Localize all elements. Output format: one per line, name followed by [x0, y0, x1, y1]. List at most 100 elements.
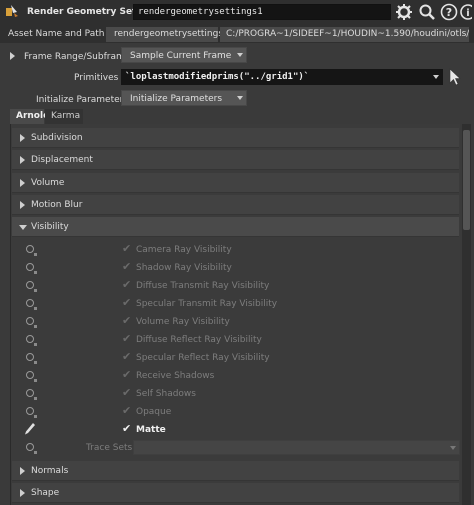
override-tick [34, 397, 37, 400]
override-tick [34, 361, 37, 364]
toggle-label: Specular Transmit Ray Visibility [136, 299, 278, 309]
toggle-specular-reflect-ray-visibility: ✔ Specular Reflect Ray Visibility [12, 349, 459, 367]
folder-shape[interactable]: Shape [12, 483, 459, 503]
expand-arrow-icon [20, 179, 25, 187]
toggle-label: Self Shadows [136, 389, 196, 399]
toggle-label: Camera Ray Visibility [136, 245, 232, 255]
toggle-camera-ray-visibility: ✔ Camera Ray Visibility [12, 241, 459, 259]
frame-range-dropdown[interactable]: Sample Current Frame [121, 47, 247, 63]
override-icon[interactable] [26, 263, 34, 271]
folder-motion-blur[interactable]: Motion Blur [12, 195, 459, 215]
asset-name-field[interactable]: rendergeometrysettings [106, 27, 223, 42]
expand-arrow-icon [20, 156, 25, 164]
select-arrow-icon[interactable] [448, 68, 462, 86]
gear-icon[interactable] [395, 3, 413, 21]
toggle-diffuse-reflect-ray-visibility: ✔ Diffuse Reflect Ray Visibility [12, 331, 459, 349]
initialize-value: Initialize Parameters [130, 94, 223, 104]
toggle-label: Diffuse Reflect Ray Visibility [136, 335, 262, 345]
help-icon[interactable]: ? [440, 3, 458, 21]
override-icon[interactable] [26, 371, 34, 379]
checkmark-icon[interactable]: ✔ [122, 422, 131, 435]
frame-range-label: Frame Range/Subframes [24, 52, 135, 62]
toggle-label: Diffuse Transmit Ray Visibility [136, 281, 270, 291]
folder-label: Subdivision [31, 133, 83, 143]
toggle-volume-ray-visibility: ✔ Volume Ray Visibility [12, 313, 459, 331]
folder-label: Displacement [31, 155, 93, 165]
info-icon[interactable]: i [460, 3, 472, 21]
override-icon[interactable] [26, 389, 34, 397]
folder-label: Normals [31, 466, 69, 476]
checkmark-icon[interactable]: ✔ [122, 278, 131, 291]
initialize-dropdown[interactable]: Initialize Parameters [121, 90, 247, 106]
toggle-label: Receive Shadows [136, 371, 215, 381]
checkmark-icon[interactable]: ✔ [122, 260, 131, 273]
scrollbar-thumb[interactable] [463, 130, 470, 230]
override-tick [34, 253, 37, 256]
asset-label: Asset Name and Path [8, 29, 105, 39]
tab-arnold[interactable]: Arnold [10, 109, 50, 124]
initialize-label: Initialize Parameters [36, 95, 129, 105]
primitives-label: Primitives [74, 73, 119, 83]
checkmark-icon[interactable]: ✔ [122, 350, 131, 363]
tab-karma[interactable]: Karma [45, 109, 83, 124]
expand-arrow-icon [20, 134, 25, 142]
frame-range-value: Sample Current Frame [130, 51, 232, 61]
checkmark-icon[interactable]: ✔ [122, 314, 131, 327]
override-icon[interactable] [26, 245, 34, 253]
primitives-value: `loplastmodifiedprims("../grid1")` [125, 72, 310, 82]
collapse-arrow-icon [19, 225, 27, 230]
toggle-specular-transmit-ray-visibility: ✔ Specular Transmit Ray Visibility [12, 295, 459, 313]
node-name-field[interactable]: rendergeometrysettings1 [133, 4, 391, 20]
primitives-field[interactable]: `loplastmodifiedprims("../grid1")` [121, 69, 443, 85]
override-tick [34, 343, 37, 346]
search-icon[interactable] [418, 3, 436, 21]
node-header: Render Geometry Settings rendergeometrys… [0, 0, 474, 26]
asset-row: Asset Name and Path rendergeometrysettin… [0, 26, 474, 43]
checkmark-icon[interactable]: ✔ [122, 386, 131, 399]
toggle-shadow-ray-visibility: ✔ Shadow Ray Visibility [12, 259, 459, 277]
toggle-self-shadows: ✔ Self Shadows [12, 385, 459, 403]
expand-arrow-icon[interactable] [10, 52, 15, 60]
toggle-diffuse-transmit-ray-visibility: ✔ Diffuse Transmit Ray Visibility [12, 277, 459, 295]
override-icon[interactable] [26, 335, 34, 343]
trace-sets-field[interactable] [133, 440, 460, 455]
override-icon[interactable] [26, 317, 34, 325]
toggle-label: Specular Reflect Ray Visibility [136, 353, 270, 363]
override-tick [34, 451, 37, 454]
toggle-receive-shadows: ✔ Receive Shadows [12, 367, 459, 385]
toggle-label: Volume Ray Visibility [136, 317, 230, 327]
asset-path-field[interactable]: C:/PROGRA~1/SIDEEF~1/HOUDIN~1.590/houdin… [220, 27, 469, 42]
override-tick [34, 271, 37, 274]
checkmark-icon[interactable]: ✔ [122, 368, 131, 381]
svg-text:i: i [466, 8, 469, 19]
override-icon[interactable] [26, 443, 34, 451]
expand-arrow-icon [20, 201, 25, 209]
folder-normals[interactable]: Normals [12, 461, 459, 481]
toggle-label: Opaque [136, 407, 172, 417]
override-tick [34, 289, 37, 292]
override-icon[interactable] [26, 299, 34, 307]
override-icon[interactable] [26, 407, 34, 415]
pencil-icon[interactable] [24, 422, 36, 436]
checkmark-icon[interactable]: ✔ [122, 296, 131, 309]
folder-volume[interactable]: Volume [12, 173, 459, 193]
folder-displacement[interactable]: Displacement [12, 150, 459, 170]
folder-label: Volume [31, 178, 65, 188]
checkmark-icon[interactable]: ✔ [122, 404, 131, 417]
checkmark-icon[interactable]: ✔ [122, 332, 131, 345]
toggle-label: Matte [136, 425, 166, 435]
checkmark-icon[interactable]: ✔ [122, 242, 131, 255]
folder-visibility[interactable]: Visibility [12, 217, 459, 237]
override-tick [34, 307, 37, 310]
folder-subdivision[interactable]: Subdivision [12, 128, 459, 148]
trace-sets-label: Trace Sets [86, 443, 133, 453]
override-tick [34, 379, 37, 382]
chevron-down-icon[interactable] [433, 75, 439, 79]
folder-label: Shape [31, 488, 60, 498]
override-tick [34, 325, 37, 328]
expand-arrow-icon [20, 489, 25, 497]
override-icon[interactable] [26, 281, 34, 289]
override-icon[interactable] [26, 353, 34, 361]
chevron-down-icon [450, 446, 456, 450]
override-tick [34, 415, 37, 418]
